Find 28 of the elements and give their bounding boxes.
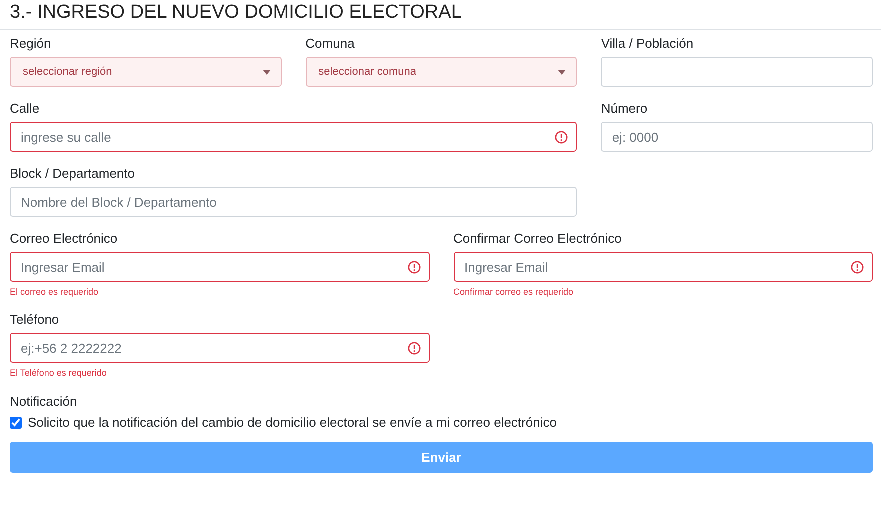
field-label: Notificación <box>10 393 78 410</box>
section-heading: 3.- INGRESO DEL NUEVO DOMICILIO ELECTORAL <box>0 0 881 30</box>
select-field[interactable]: seleccionar comuna <box>306 57 578 87</box>
error-message: Confirmar correo es requerido <box>454 286 574 298</box>
input-field[interactable]: Ingresar Email <box>10 252 430 282</box>
field-label: Región <box>10 35 52 52</box>
caret-icon <box>262 70 271 74</box>
field-label: Block / Departamento <box>10 165 136 182</box>
input-field[interactable]: ingrese su calle <box>10 122 578 152</box>
error-icon <box>408 261 420 274</box>
caret-icon <box>558 70 566 74</box>
checkbox-label: Solicito que la notificación del cambio de domicilio electoral se envíe a mi correo electrónico <box>28 415 557 430</box>
error-message: El Teléfono es requerido <box>10 367 107 379</box>
field-label: Villa / Población <box>601 35 694 52</box>
field-label: Teléfono <box>10 311 60 328</box>
field-label: Calle <box>10 100 40 117</box>
field-label: Comuna <box>306 35 355 52</box>
field-label: Número <box>601 100 648 117</box>
checkbox[interactable] <box>10 416 22 428</box>
field-label: Correo Electrónico <box>10 230 118 247</box>
error-message: El correo es requerido <box>10 286 99 298</box>
select-field[interactable]: seleccionar región <box>10 57 282 87</box>
error-icon <box>851 261 864 274</box>
input-field[interactable]: Ingresar Email <box>454 252 873 282</box>
input-field[interactable]: ej:+56 2 2222222 <box>10 333 430 363</box>
error-icon <box>408 342 420 355</box>
field-label: Confirmar Correo Electrónico <box>454 230 622 247</box>
error-icon <box>555 131 568 144</box>
